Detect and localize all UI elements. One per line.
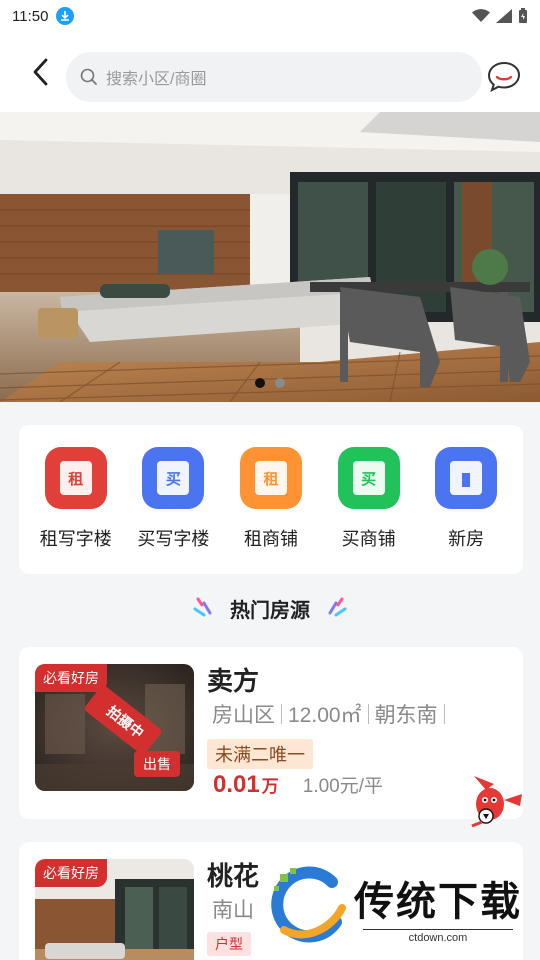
listing-tag: 户型	[207, 932, 251, 956]
listing-district: 房山区	[212, 704, 275, 727]
buy-shop-icon: 买	[337, 447, 400, 509]
banner-image	[0, 112, 540, 402]
rent-office-glyph: 租	[59, 461, 92, 495]
category-rent-office[interactable]: 租 租写字楼	[27, 425, 125, 574]
carousel-dot	[275, 378, 285, 388]
section-header: 热门房源	[0, 588, 540, 628]
category-new-house[interactable]: 新房	[417, 425, 515, 574]
category-buy-shop[interactable]: 买 买商铺	[320, 425, 418, 574]
section-title: 热门房源	[230, 599, 310, 622]
new-house-glyph	[450, 461, 483, 495]
listing-meta: 房山区 12.00㎡ 朝东南	[212, 699, 451, 729]
category-label: 新房	[448, 529, 485, 549]
listing-title: 桃花	[207, 861, 260, 891]
must-see-badge: 必看好房	[35, 664, 107, 692]
unit-price: 1.00元/平	[302, 776, 383, 797]
category-card: 租 租写字楼 买 买写字楼 租 租商铺 买 买商铺 新房	[19, 425, 523, 574]
floating-mascot-button[interactable]	[464, 770, 528, 834]
watermark-title: 传统下载	[354, 879, 522, 924]
category-buy-office[interactable]: 买 买写字楼	[125, 425, 223, 574]
category-rent-shop[interactable]: 租 租商铺	[222, 425, 320, 574]
divider	[443, 704, 445, 724]
new-house-icon	[435, 447, 498, 509]
banner-carousel[interactable]	[0, 112, 540, 402]
divider	[367, 704, 369, 724]
back-button[interactable]	[20, 52, 60, 92]
search-input[interactable]: 搜索小区/商圈	[66, 52, 482, 102]
mascot-icon	[471, 776, 522, 828]
battery-icon	[519, 8, 527, 23]
listing-price: 0.01 万 1.00元/平	[213, 771, 383, 799]
top-bar: 搜索小区/商圈	[0, 32, 540, 112]
watermark-logo: 传统下载 ctdown.com	[266, 852, 540, 960]
chat-bubble-icon	[487, 61, 521, 92]
buy-office-glyph: 买	[157, 461, 190, 495]
status-time: 11:50	[12, 7, 49, 25]
listing-district: 南山	[212, 899, 254, 922]
must-see-badge: 必看好房	[35, 859, 107, 887]
listing-meta: 南山	[212, 894, 254, 924]
chevron-left-icon	[33, 58, 48, 86]
price-value: 0.01	[213, 771, 260, 798]
category-label: 买商铺	[341, 529, 396, 549]
sparkle-right-icon	[328, 597, 347, 617]
wifi-icon	[472, 9, 490, 22]
watermark-emblem	[271, 866, 346, 943]
watermark-site: ctdown.com	[408, 931, 468, 944]
message-button[interactable]	[484, 56, 524, 96]
listing-thumbnail: 必看好房 出租	[35, 859, 194, 960]
search-icon	[80, 68, 97, 85]
sparkle-left-icon	[193, 597, 212, 617]
rent-shop-glyph: 租	[254, 461, 287, 495]
watermark-rule	[363, 928, 513, 930]
status-bar: 11:50	[0, 0, 540, 32]
listing-title: 卖方	[207, 666, 260, 696]
deal-type-badge: 出售	[134, 751, 180, 777]
signal-icon	[496, 9, 512, 23]
rent-shop-icon: 租	[239, 447, 302, 509]
listing-card[interactable]: 拍摄中 必看好房 出售 卖方 房山区 12.00㎡ 朝东南 未满二唯一 0.01…	[19, 647, 523, 819]
category-label: 买写字楼	[137, 529, 210, 549]
buy-shop-glyph: 买	[352, 461, 385, 495]
carousel-dot-active	[255, 378, 265, 388]
buy-office-icon: 买	[142, 447, 205, 509]
download-icon	[56, 7, 75, 25]
rent-office-icon: 租	[44, 447, 107, 509]
price-unit: 万	[261, 777, 279, 796]
listing-area: 12.00㎡	[288, 704, 362, 727]
listing-tag: 未满二唯一	[207, 739, 313, 769]
carousel-dots	[0, 378, 540, 388]
divider	[281, 704, 282, 724]
listing-thumbnail: 拍摄中 必看好房 出售	[35, 664, 194, 791]
category-label: 租写字楼	[39, 529, 112, 549]
watermark-text-block: 传统下载 ctdown.com	[354, 869, 522, 944]
listing-orientation: 朝东南	[374, 704, 438, 727]
category-label: 租商铺	[243, 529, 298, 549]
search-placeholder: 搜索小区/商圈	[106, 71, 207, 88]
